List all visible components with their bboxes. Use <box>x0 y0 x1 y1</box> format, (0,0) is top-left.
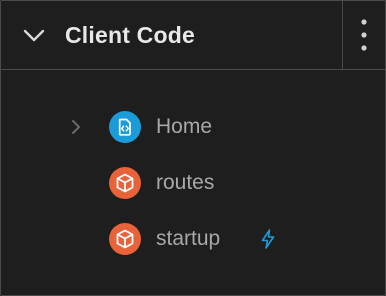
tree-item-startup[interactable]: startup <box>1 217 385 261</box>
more-options-button[interactable] <box>343 1 385 69</box>
tree-item-home[interactable]: Home <box>1 105 385 149</box>
expand-toggle[interactable] <box>67 118 85 136</box>
code-file-icon <box>109 111 141 143</box>
tree-item-label: Home <box>156 115 213 138</box>
client-code-panel: Client Code Home routes startup <box>0 0 386 296</box>
collapse-button[interactable] <box>19 21 49 51</box>
panel-title: Client Code <box>65 22 195 48</box>
lightning-icon <box>258 228 278 250</box>
tree-item-routes[interactable]: routes <box>1 161 385 205</box>
chevron-down-icon <box>23 29 45 42</box>
cube-icon <box>109 223 141 255</box>
cube-icon <box>109 167 141 199</box>
more-vertical-icon <box>361 19 367 51</box>
tree-item-label: routes <box>156 171 215 194</box>
tree-item-label: startup <box>156 227 221 250</box>
chevron-right-icon <box>72 120 80 134</box>
panel-header: Client Code <box>1 1 385 70</box>
